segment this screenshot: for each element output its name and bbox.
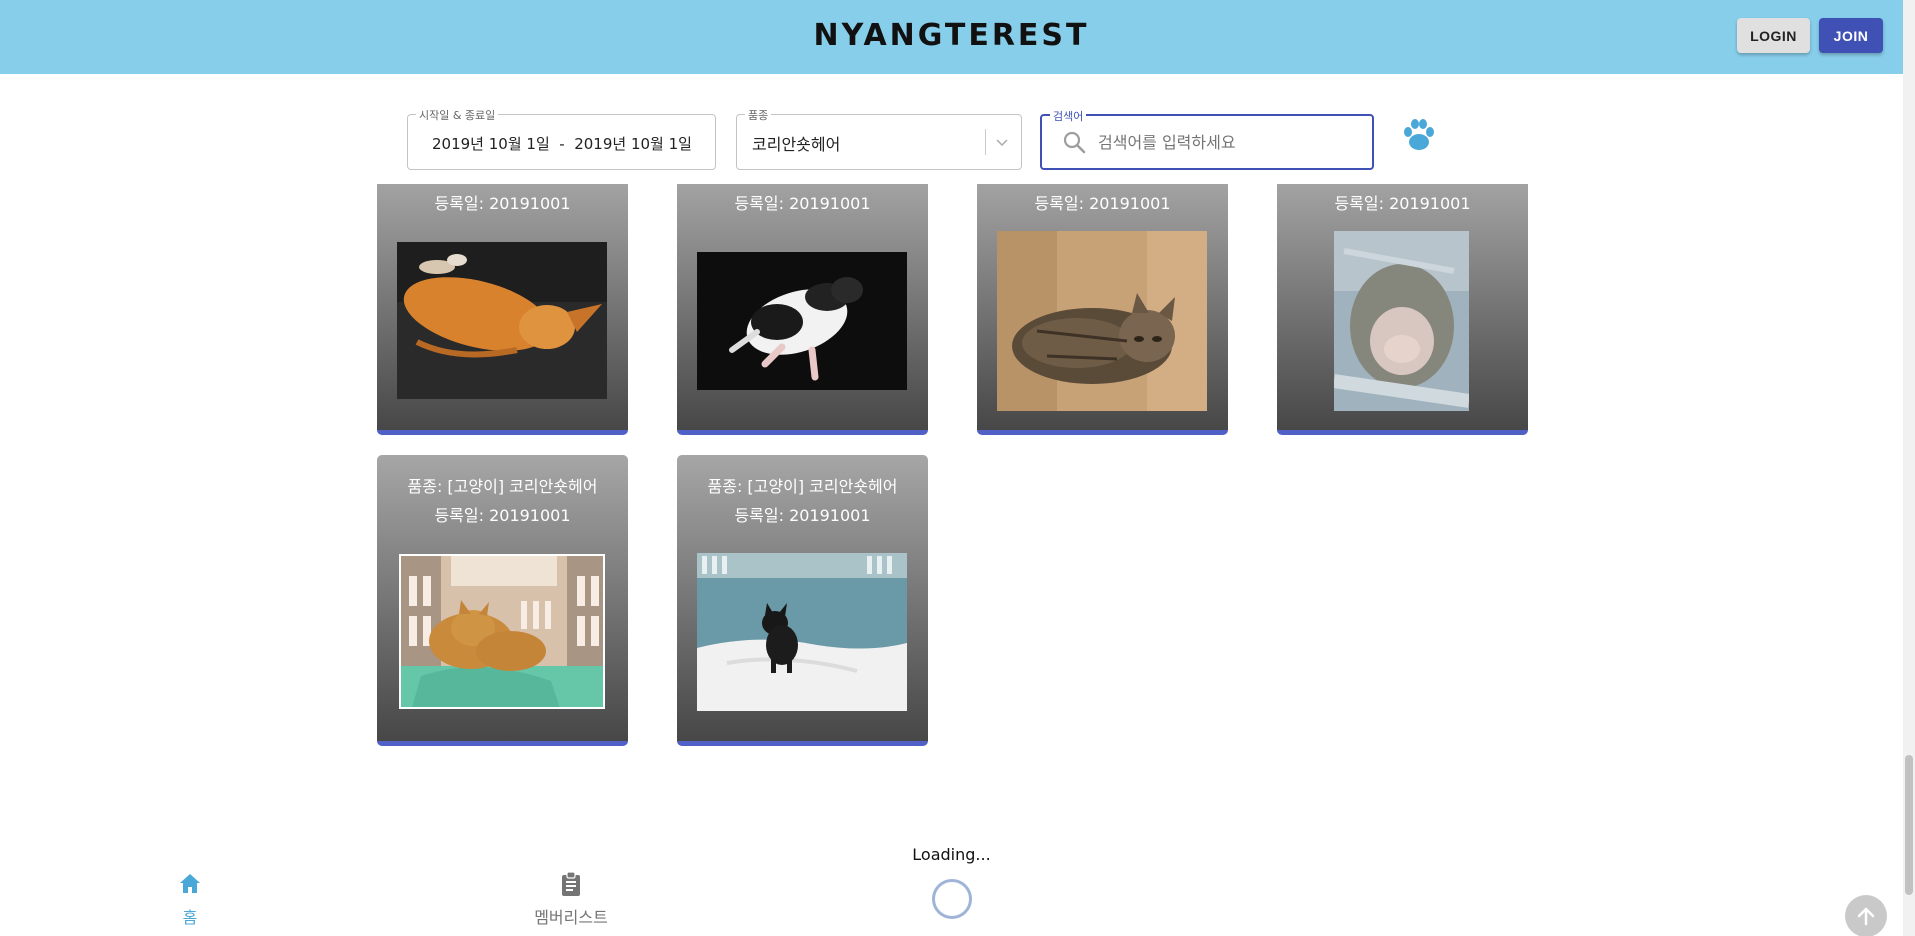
login-button[interactable]: LOGIN [1737, 18, 1810, 53]
date-range-value: 2019년 10월 1일 - 2019년 10월 1일 [432, 135, 692, 153]
pet-photo [1334, 231, 1469, 411]
scrollbar-thumb[interactable] [1905, 755, 1913, 895]
page: 등록일: 20191001 등록일: 20191001 등록일: 2019100… [0, 0, 1915, 936]
nav-member-list-label: 멤버리스트 [534, 908, 608, 927]
loading-spinner [932, 879, 972, 919]
pet-card[interactable]: 등록일: 20191001 [1277, 174, 1528, 435]
card-registered-date: 등록일: 20191001 [1034, 194, 1171, 213]
pet-card[interactable]: 등록일: 20191001 [377, 174, 628, 435]
breed-value: 코리안숏헤어 [752, 135, 841, 154]
select-divider [985, 129, 986, 155]
nav-home-label: 홈 [182, 908, 198, 927]
search-icon [1062, 130, 1088, 156]
card-registered-date: 등록일: 20191001 [434, 194, 571, 213]
scrollbar[interactable] [1903, 0, 1915, 936]
date-range-label: 시작일 & 종료일 [416, 107, 499, 123]
breed-select[interactable]: 품종 코리안숏헤어 [736, 107, 1022, 170]
search-label: 검색어 [1050, 108, 1087, 124]
pet-photo [399, 554, 605, 709]
home-icon [176, 870, 204, 898]
card-registered-date: 등록일: 20191001 [1334, 194, 1471, 213]
card-registered-date: 등록일: 20191001 [734, 194, 871, 213]
loading-text: Loading... [912, 845, 991, 864]
chevron-down-icon[interactable] [991, 131, 1013, 153]
pet-card[interactable]: 품종: [고양이] 코리안숏헤어 등록일: 20191001 [677, 455, 928, 746]
app-logo[interactable]: NYANGTEREST [0, 18, 1903, 53]
breed-label: 품종 [745, 107, 772, 123]
search-input[interactable] [1098, 128, 1358, 156]
card-registered-date: 등록일: 20191001 [734, 506, 871, 525]
join-button[interactable]: JOIN [1819, 18, 1883, 53]
card-breed: 품종: [고양이] 코리안숏헤어 [407, 477, 598, 496]
pet-card[interactable]: 품종: [고양이] 코리안숏헤어 등록일: 20191001 [377, 455, 628, 746]
pet-card[interactable]: 등록일: 20191001 [677, 174, 928, 435]
scroll-to-top-button[interactable] [1845, 895, 1887, 936]
nav-member-list[interactable]: 멤버리스트 [511, 870, 631, 928]
nav-home[interactable]: 홈 [130, 870, 250, 928]
paw-icon[interactable] [1401, 117, 1437, 153]
card-breed: 품종: [고양이] 코리안숏헤어 [707, 477, 898, 496]
pet-photo [697, 252, 907, 390]
arrow-up-icon [1854, 904, 1878, 928]
app-header: NYANGTEREST [0, 0, 1903, 74]
pet-photo [397, 242, 607, 399]
pet-photo [997, 231, 1207, 411]
clipboard-icon [557, 870, 585, 898]
date-range-field[interactable]: 시작일 & 종료일 2019년 10월 1일 - 2019년 10월 1일 [407, 107, 716, 170]
pet-card[interactable]: 등록일: 20191001 [977, 174, 1228, 435]
pet-photo [697, 553, 907, 711]
search-field[interactable]: 검색어 [1040, 108, 1374, 170]
card-registered-date: 등록일: 20191001 [434, 506, 571, 525]
